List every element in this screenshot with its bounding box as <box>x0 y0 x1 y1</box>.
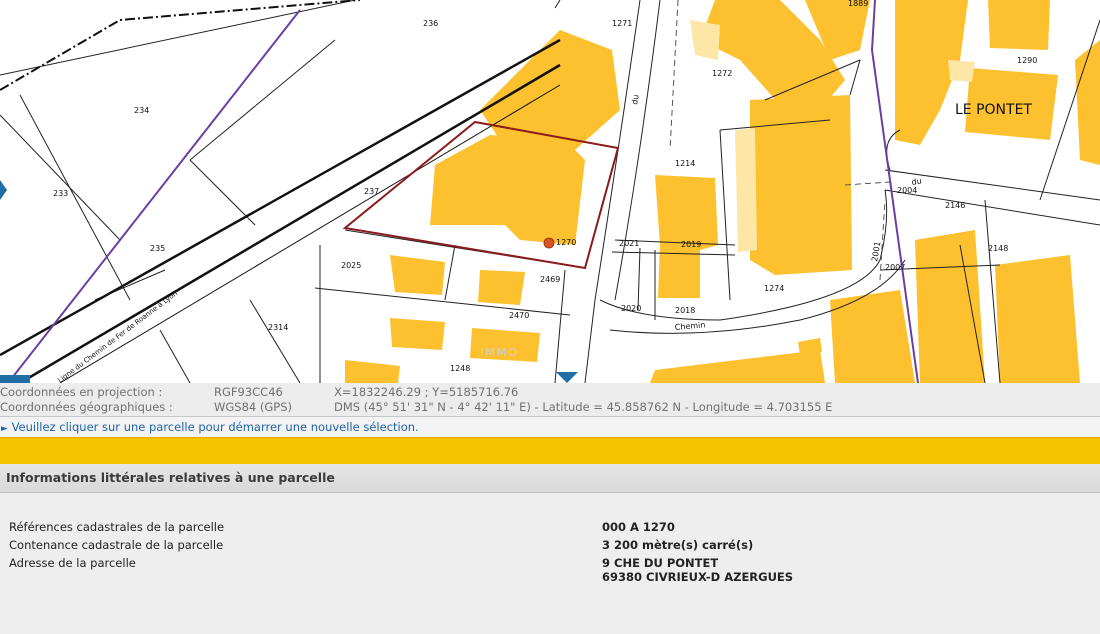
parcel-info-panel: Références cadastrales de la parcelle 00… <box>0 493 1100 634</box>
info-label: Références cadastrales de la parcelle <box>9 520 225 534</box>
geographic-value: DMS (45° 51' 31" N - 4° 42' 11" E) - Lat… <box>334 400 833 414</box>
parcel-number-label[interactable]: 1889 <box>848 0 868 8</box>
map-canvas[interactable]: IMMO LE PONTET Ligne du Chemin de Fer de… <box>0 0 1100 383</box>
parcel-number-label[interactable]: 236 <box>423 19 438 28</box>
projection-value: X=1832246.29 ; Y=5185716.76 <box>334 385 519 399</box>
parcel-number-label[interactable]: 2021 <box>619 239 639 248</box>
location-marker-icon <box>543 237 555 249</box>
selection-notice: ► Veuillez cliquer sur une parcelle pour… <box>0 417 1100 438</box>
address-line-1: 9 CHE DU PONTET <box>602 556 719 570</box>
parcel-number-label[interactable]: 1214 <box>675 159 695 168</box>
parcel-number-label[interactable]: 1290 <box>1017 56 1037 65</box>
parcel-number-label[interactable]: 235 <box>150 244 165 253</box>
parcel-number-label[interactable]: 1270 <box>556 238 576 247</box>
map-watermark: IMMO <box>480 346 519 359</box>
address-line-2: 69380 CIVRIEUX-D AZERGUES <box>602 570 794 584</box>
parcel-number-label[interactable]: 2020 <box>621 304 641 313</box>
scroll-left-marker-icon[interactable] <box>0 180 7 200</box>
parcel-number-label[interactable]: 2007 <box>885 263 905 272</box>
parcel-number-label[interactable]: 1274 <box>764 284 784 293</box>
parcel-number-label[interactable]: 1248 <box>450 364 470 373</box>
parcel-number-label[interactable]: 234 <box>134 106 149 115</box>
parcel-number-label[interactable]: 2019 <box>681 240 701 249</box>
cadastral-map[interactable]: IMMO LE PONTET Ligne du Chemin de Fer de… <box>0 0 1100 383</box>
scroll-bottom-left-marker-icon[interactable] <box>0 375 30 383</box>
projection-system: RGF93CC46 <box>214 385 283 399</box>
parcel-number-label[interactable]: 233 <box>53 189 68 198</box>
parcel-number-label[interactable]: 2025 <box>341 261 361 270</box>
projection-label: Coordonnées en projection : <box>0 385 163 399</box>
info-label: Contenance cadastrale de la parcelle <box>9 538 224 552</box>
parcel-number-label[interactable]: 2004 <box>897 186 917 195</box>
road-label: du <box>630 94 641 106</box>
place-name-label: LE PONTET <box>955 102 1032 118</box>
parcel-number-label[interactable]: 2470 <box>509 311 529 320</box>
info-value: 3 200 mètre(s) carré(s) <box>602 538 754 552</box>
panel-header: Informations littérales relatives à une … <box>0 464 1100 493</box>
parcel-number-label[interactable]: 237 <box>364 187 379 196</box>
panel-title: Informations littérales relatives à une … <box>6 470 335 485</box>
geographic-system: WGS84 (GPS) <box>214 400 292 414</box>
toolbar-band <box>0 437 1100 465</box>
buildings <box>345 0 1100 383</box>
rail-line-label: Ligne du Chemin de Fer de Roanne à Lyon <box>56 289 179 383</box>
parcel-number-label[interactable]: 2146 <box>945 201 965 210</box>
parcel-number-label[interactable]: 2018 <box>675 306 695 315</box>
road-label: Chemin <box>674 320 705 332</box>
parcel-number-label[interactable]: 1271 <box>612 19 632 28</box>
info-value: 000 A 1270 <box>602 520 675 534</box>
geographic-label: Coordonnées géographiques : <box>0 400 173 414</box>
coordinates-panel: Coordonnées en projection : RGF93CC46 X=… <box>0 384 1100 417</box>
parcel-number-label[interactable]: 1272 <box>712 69 732 78</box>
notice-text[interactable]: Veuillez cliquer sur une parcelle pour d… <box>12 420 419 434</box>
notice-arrow-icon: ► <box>1 424 8 434</box>
info-label: Adresse de la parcelle <box>9 556 136 570</box>
scroll-down-marker-icon[interactable] <box>556 372 578 383</box>
parcel-number-label[interactable]: 2314 <box>268 323 288 332</box>
parcel-number-label[interactable]: 2469 <box>540 275 560 284</box>
info-value: 9 CHE DU PONTET 69380 CIVRIEUX-D AZERGUE… <box>602 556 793 584</box>
parcel-number-label[interactable]: 2148 <box>988 244 1008 253</box>
